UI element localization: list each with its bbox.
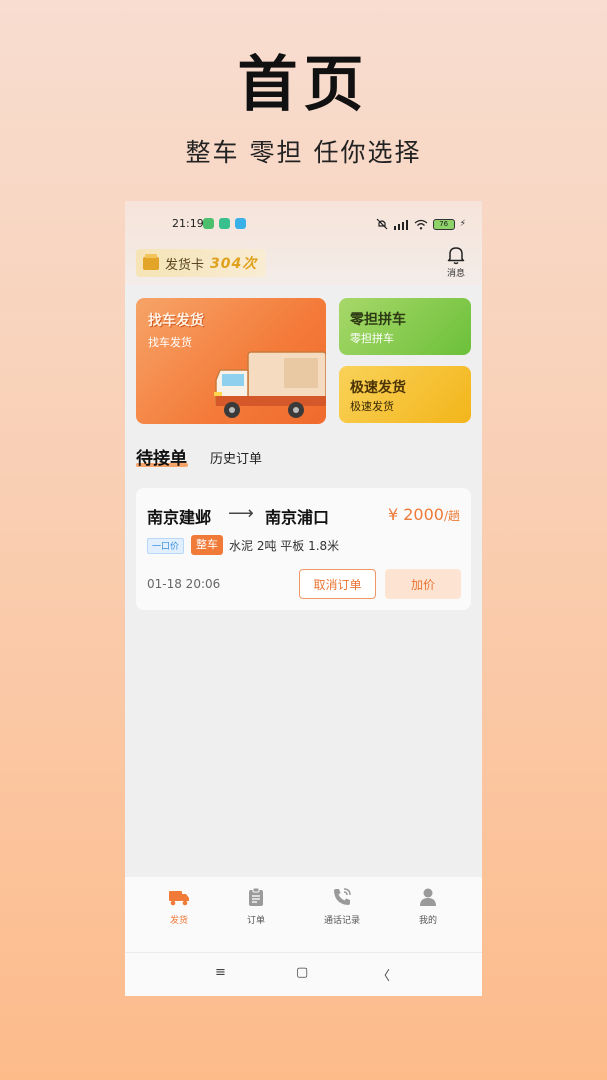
back-nav-icon[interactable]: 〈 <box>377 965 390 984</box>
tabbar-item-profile[interactable]: 我的 <box>393 887 463 926</box>
wallet-icon <box>143 253 159 270</box>
tabbar-label-profile: 我的 <box>418 916 437 926</box>
clipboard-icon <box>249 887 263 906</box>
tabbar-item-orders[interactable]: 订单 <box>221 887 291 926</box>
cargo-description: 水泥 2吨 平板 1.8米 <box>229 539 340 553</box>
signal-icon <box>393 219 408 230</box>
order-destination: 南京浦口 <box>265 508 330 527</box>
shipping-card-chip[interactable]: 发货卡 304次 <box>136 249 266 277</box>
tab-history[interactable]: 历史订单 <box>210 448 262 467</box>
order-price: ¥ 2000/趟 <box>388 505 460 524</box>
tabbar-item-calls[interactable]: 通话记录 <box>307 887 377 926</box>
fixed-price-tag: 一口价 <box>147 538 185 554</box>
price-unit: /趟 <box>443 509 460 523</box>
app-notification-icon <box>219 218 230 229</box>
message-notification-icon <box>235 218 246 229</box>
tabbar-label-ship: 发货 <box>169 916 188 926</box>
truck-icon <box>169 891 189 906</box>
notification-label: 消息 <box>446 269 465 279</box>
tabbar-label-orders: 订单 <box>246 916 265 926</box>
status-time: 21:19 <box>172 217 204 230</box>
bottom-tabbar: 发货 订单 通话记录 我的 <box>125 877 482 952</box>
truck-illustration <box>214 351 326 418</box>
system-navbar: ≡ ▢ 〈 <box>125 952 482 996</box>
home-nav-icon[interactable]: ▢ <box>296 965 308 980</box>
cancel-order-button[interactable]: 取消订单 <box>299 569 376 599</box>
carpool-subtitle: 零担拼车 <box>350 332 394 345</box>
shipping-card-label: 发货卡 <box>165 257 205 273</box>
route-arrow-icon: ⟶ <box>228 503 254 524</box>
order-card[interactable]: 南京建邺 ⟶ 南京浦口 ¥ 2000/趟 一口价 整车 水泥 2吨 平板 1.8… <box>136 488 471 610</box>
phone-screen: 21:19 76 ⚡ 发货卡 304次 消息 找车发货 找车发货 零担拼车 零担… <box>125 201 482 996</box>
carpool-banner[interactable]: 零担拼车 零担拼车 <box>339 298 471 355</box>
wifi-icon <box>414 219 428 229</box>
status-indicators: 76 ⚡ <box>376 218 466 230</box>
price-amount: ¥ 2000 <box>387 505 444 524</box>
order-tabs: 待接单 历史订单 <box>136 444 436 470</box>
shipping-card-count: 304次 <box>210 256 258 272</box>
express-banner[interactable]: 极速发货 极速发货 <box>339 366 471 423</box>
tabbar-item-ship[interactable]: 发货 <box>144 887 214 926</box>
vehicle-type-tag: 整车 <box>191 535 223 555</box>
raise-price-button[interactable]: 加价 <box>385 569 461 599</box>
charging-icon: ⚡ <box>459 219 466 229</box>
user-icon <box>420 888 436 906</box>
carpool-heading: 零担拼车 <box>350 312 406 328</box>
phone-icon <box>334 888 351 905</box>
order-origin: 南京建邺 <box>147 508 212 527</box>
express-heading: 极速发货 <box>350 380 406 396</box>
menu-nav-icon[interactable]: ≡ <box>215 965 226 980</box>
notification-button[interactable]: 消息 <box>444 245 468 279</box>
status-bar: 21:19 76 ⚡ <box>125 215 482 233</box>
bell-icon <box>447 247 465 265</box>
promo-subtitle: 整车 零担 任你选择 <box>185 138 422 167</box>
wechat-notification-icon <box>203 218 214 229</box>
find-truck-heading: 找车发货 <box>148 313 204 329</box>
order-time: 01-18 20:06 <box>147 577 221 591</box>
promo-title: 首页 <box>237 50 370 120</box>
app-header: 21:19 76 ⚡ 发货卡 304次 消息 <box>125 201 482 285</box>
find-truck-subtitle: 找车发货 <box>148 336 192 349</box>
mute-icon <box>376 218 388 230</box>
find-truck-banner[interactable]: 找车发货 找车发货 <box>136 298 326 424</box>
express-subtitle: 极速发货 <box>350 400 394 413</box>
tab-pending[interactable]: 待接单 <box>136 444 187 469</box>
battery-icon: 76 <box>432 218 455 230</box>
tabbar-label-calls: 通话记录 <box>323 916 360 926</box>
